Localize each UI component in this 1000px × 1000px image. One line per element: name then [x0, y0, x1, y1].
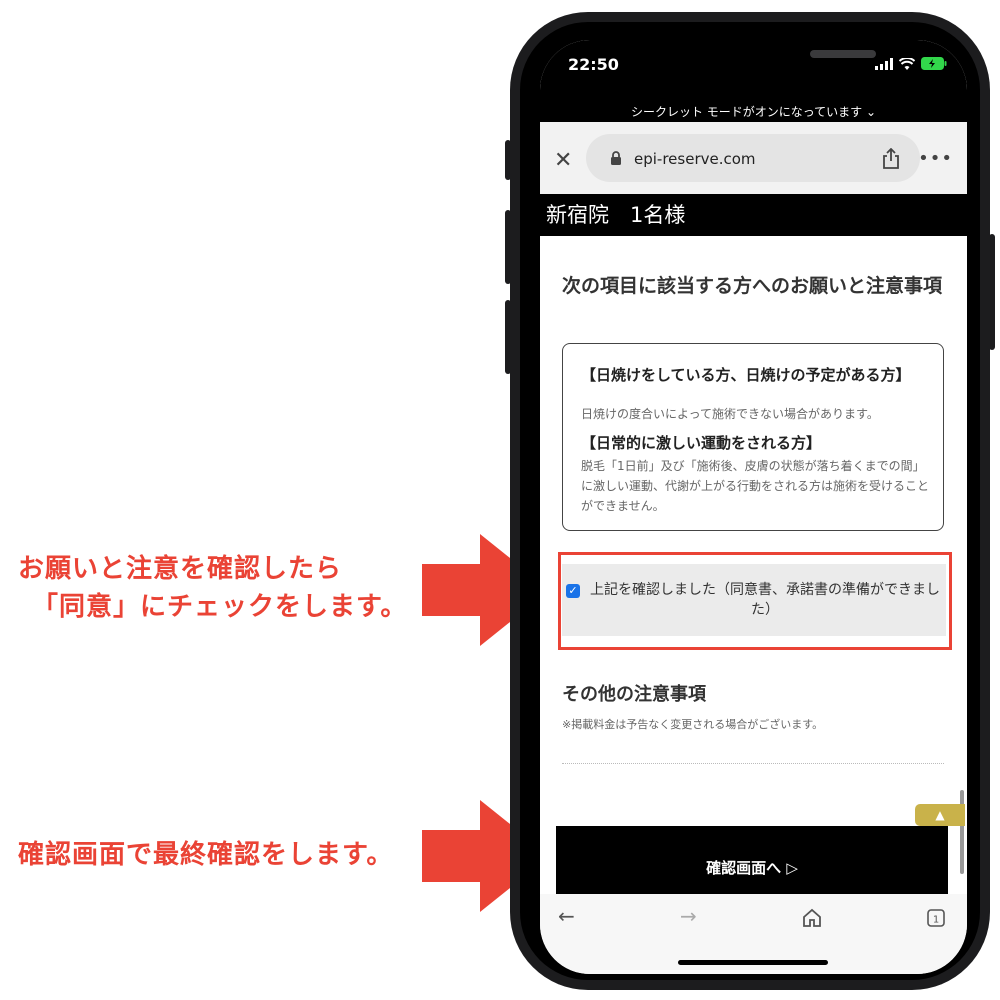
other-notes-title: その他の注意事項	[562, 684, 706, 705]
url-text: epi-reserve.com	[634, 150, 756, 168]
notice-item-title: 【日焼けをしている方、日焼けの予定がある方】	[581, 366, 911, 384]
notice-item-desc: 日焼けの度合いによって施術できない場合があります。	[581, 407, 879, 421]
home-indicator	[678, 960, 828, 965]
phone-screen: 22:50 シークレット モードがオンになっています ⌄ ✕ epi-reser…	[540, 40, 967, 974]
agree-checkbox-row[interactable]: ✓ 上記を確認しました（同意書、承諾書の準備ができました）	[562, 564, 946, 636]
notice-card: 【日焼けをしている方、日焼けの予定がある方】 日焼けの度合いによって施術できない…	[562, 343, 944, 531]
chevron-down-icon: ⌄	[865, 105, 877, 119]
section-title: 次の項目に該当する方へのお願いと注意事項	[562, 275, 943, 297]
notch	[632, 40, 876, 74]
annotation-step-agree: お願いと注意を確認したら 「同意」にチェックをします。	[18, 550, 407, 626]
phone-frame: 22:50 シークレット モードがオンになっています ⌄ ✕ epi-reser…	[505, 12, 995, 990]
confirm-button[interactable]: 確認画面へ ▷	[556, 826, 948, 894]
status-bar: 22:50	[540, 40, 967, 86]
power-button	[989, 234, 995, 350]
scrollbar[interactable]	[960, 790, 964, 874]
address-bar[interactable]: epi-reserve.com	[586, 134, 920, 182]
home-icon[interactable]	[802, 908, 822, 928]
browser-toolbar: ✕ epi-reserve.com •••	[540, 122, 967, 194]
volume-up-button	[505, 210, 511, 284]
close-icon[interactable]: ✕	[554, 148, 572, 173]
divider	[562, 763, 944, 764]
share-icon[interactable]	[882, 148, 900, 170]
back-icon[interactable]: ←	[558, 904, 575, 928]
page-header: 新宿院 1名様	[540, 194, 967, 236]
notice-item-desc: 脱毛「1日前」及び「施術後、皮膚の状態が落ち着くまでの間」に激しい運動、代謝が上…	[581, 459, 930, 513]
status-time: 22:50	[568, 55, 619, 74]
other-notes-text: ※掲載料金は予告なく変更される場合がございます。	[562, 718, 824, 731]
scroll-top-icon[interactable]: ▲	[915, 804, 965, 826]
more-icon[interactable]: •••	[918, 148, 953, 169]
agree-label[interactable]: 上記を確認しました（同意書、承諾書の準備ができました）	[584, 580, 946, 620]
tabs-icon[interactable]: 1	[926, 908, 946, 928]
browser-bottom-nav: ← → 1	[540, 894, 967, 974]
annotation-step-confirm: 確認画面で最終確認をします。	[18, 840, 394, 870]
wifi-icon	[899, 57, 915, 70]
incognito-banner-text: シークレット モードがオンになっています	[630, 105, 863, 119]
svg-text:1: 1	[933, 915, 939, 926]
volume-down-button	[505, 300, 511, 374]
annotation-line-2: 「同意」にチェックをします。	[32, 592, 408, 622]
annotation-line-1: お願いと注意を確認したら	[18, 554, 343, 584]
notice-item-title: 【日常的に激しい運動をされる方】	[581, 434, 822, 452]
mute-switch	[505, 140, 511, 180]
lock-icon	[611, 151, 621, 165]
status-icons	[875, 57, 947, 70]
speaker	[810, 50, 876, 58]
signal-icon	[875, 57, 893, 70]
incognito-banner[interactable]: シークレット モードがオンになっています ⌄	[540, 86, 967, 122]
forward-icon[interactable]: →	[680, 904, 697, 928]
battery-icon	[921, 57, 947, 70]
agree-checkbox[interactable]: ✓	[566, 584, 580, 598]
